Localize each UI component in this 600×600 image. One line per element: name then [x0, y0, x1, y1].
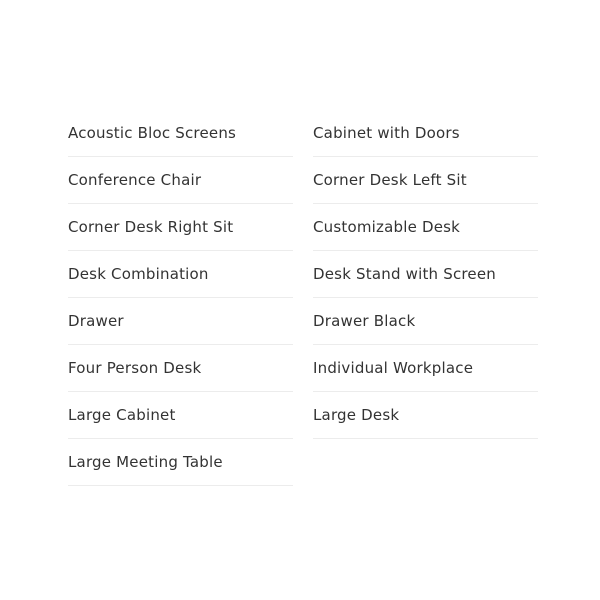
- product-link[interactable]: Drawer: [68, 298, 293, 345]
- product-link[interactable]: Desk Combination: [68, 251, 293, 298]
- product-link[interactable]: Drawer Black: [313, 298, 538, 345]
- product-link[interactable]: Four Person Desk: [68, 345, 293, 392]
- product-link[interactable]: Individual Workplace: [313, 345, 538, 392]
- product-link[interactable]: Large Desk: [313, 392, 538, 439]
- product-link[interactable]: Large Cabinet: [68, 392, 293, 439]
- product-list: Acoustic Bloc Screens Cabinet with Doors…: [68, 110, 538, 486]
- product-link[interactable]: Large Meeting Table: [68, 439, 293, 486]
- product-link[interactable]: Desk Stand with Screen: [313, 251, 538, 298]
- product-link[interactable]: Acoustic Bloc Screens: [68, 110, 293, 157]
- product-link[interactable]: Corner Desk Left Sit: [313, 157, 538, 204]
- product-link[interactable]: Corner Desk Right Sit: [68, 204, 293, 251]
- product-link[interactable]: Conference Chair: [68, 157, 293, 204]
- product-link[interactable]: Cabinet with Doors: [313, 110, 538, 157]
- product-link[interactable]: Customizable Desk: [313, 204, 538, 251]
